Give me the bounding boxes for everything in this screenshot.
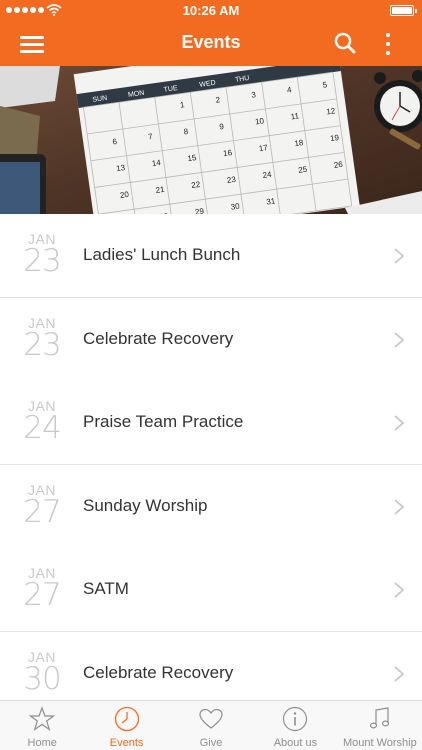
calendar-date-number: 31 bbox=[266, 196, 277, 206]
event-day: 23 bbox=[23, 243, 61, 279]
more-vertical-icon[interactable] bbox=[383, 31, 393, 57]
app-header: 10:26 AM Events bbox=[0, 0, 422, 66]
status-time: 10:26 AM bbox=[182, 3, 240, 18]
battery-icon bbox=[390, 5, 417, 16]
event-row[interactable]: JAN 23 Ladies' Lunch Bunch bbox=[0, 214, 422, 298]
event-date: JAN 23 bbox=[18, 316, 66, 363]
event-title: Sunday Worship bbox=[83, 495, 208, 515]
chevron-right-icon bbox=[394, 248, 404, 264]
tab-events[interactable]: Events bbox=[84, 701, 168, 750]
star-icon bbox=[28, 706, 56, 732]
event-day: 24 bbox=[23, 410, 61, 446]
event-title: Praise Team Practice bbox=[83, 412, 244, 431]
nav-bar: Events bbox=[0, 22, 422, 66]
clock-icon bbox=[114, 706, 140, 732]
tab-about-us[interactable]: About us bbox=[253, 701, 337, 750]
event-day: 27 bbox=[23, 493, 61, 530]
chevron-right-icon bbox=[394, 331, 404, 348]
calendar-date-number: 17 bbox=[258, 143, 269, 153]
calendar-date-number: 19 bbox=[330, 133, 341, 143]
tab-label: Give bbox=[199, 737, 223, 749]
chevron-right-icon bbox=[394, 415, 404, 431]
calendar-date-number: 13 bbox=[116, 163, 127, 173]
calendar-date-number: 20 bbox=[119, 190, 130, 200]
event-day: 23 bbox=[23, 326, 61, 363]
calendar-illustration: SUNMONTUEWEDTHU 12345678910 11 1213 14 15 16 1… bbox=[0, 66, 422, 214]
calendar-date-number: 24 bbox=[262, 170, 273, 180]
event-date: JAN 30 bbox=[18, 650, 66, 697]
event-date: JAN 27 bbox=[18, 483, 66, 530]
event-title: Celebrate Recovery bbox=[83, 328, 234, 348]
chevron-right-icon bbox=[394, 582, 404, 598]
event-row[interactable]: JAN 27 Sunday Worship bbox=[0, 464, 422, 549]
calendar-date-number: 26 bbox=[333, 160, 344, 170]
event-title: Ladies' Lunch Bunch bbox=[83, 245, 241, 264]
status-bar: 10:26 AM bbox=[0, 0, 422, 22]
event-title: SATM bbox=[83, 579, 129, 598]
tab-label: About us bbox=[273, 737, 318, 749]
event-list: JAN 23 Ladies' Lunch Bunch JAN 23 Celebr… bbox=[0, 214, 422, 700]
event-row[interactable]: JAN 30 Celebrate Recovery bbox=[0, 631, 422, 700]
calendar-date-number: 10 bbox=[254, 116, 265, 126]
calendar-date-number: 22 bbox=[191, 180, 202, 190]
event-day: 27 bbox=[23, 577, 61, 613]
event-date: JAN 27 bbox=[18, 566, 66, 613]
calendar-date-number: 21 bbox=[155, 185, 166, 195]
chevron-right-icon bbox=[394, 498, 404, 515]
event-day: 30 bbox=[23, 660, 61, 697]
calendar-date-number: 15 bbox=[187, 153, 198, 163]
tab-label: Home bbox=[27, 737, 57, 749]
calendar-date-number: 25 bbox=[298, 165, 309, 175]
calendar-date-number: 14 bbox=[151, 158, 162, 168]
tab-home[interactable]: Home bbox=[0, 701, 84, 750]
calendar-date-number: 16 bbox=[223, 148, 234, 158]
calendar-date-number: 23 bbox=[226, 175, 237, 185]
page-title: Events bbox=[181, 32, 241, 52]
heart-icon bbox=[198, 706, 224, 732]
calendar-date-number: 30 bbox=[230, 201, 241, 211]
tab-label: Mount Worship bbox=[342, 737, 417, 749]
tab-mount-worship[interactable]: Mount Worship bbox=[338, 701, 422, 750]
event-row[interactable]: JAN 27 SATM bbox=[0, 548, 422, 632]
info-icon bbox=[282, 706, 308, 732]
tab-label: Events bbox=[109, 737, 144, 749]
calendar-date-number: 18 bbox=[294, 138, 305, 148]
event-date: JAN 23 bbox=[18, 232, 66, 279]
music-note-icon bbox=[367, 706, 393, 732]
event-row[interactable]: JAN 24 Praise Team Practice bbox=[0, 381, 422, 465]
tab-bar: Home Events Give About us Mount Worship bbox=[0, 700, 422, 750]
event-row[interactable]: JAN 23 Celebrate Recovery bbox=[0, 297, 422, 382]
search-icon[interactable] bbox=[334, 32, 356, 54]
event-date: JAN 24 bbox=[18, 399, 66, 446]
calendar-date-number: 12 bbox=[326, 106, 337, 116]
chevron-right-icon bbox=[394, 665, 404, 682]
tab-give[interactable]: Give bbox=[169, 701, 253, 750]
event-title: Celebrate Recovery bbox=[83, 662, 234, 682]
events-banner-image: SUN MON TUE WED THU 1 2 3 4 5 6 7 8 9 10 11 12 13 14 15 16 1… bbox=[0, 66, 422, 214]
